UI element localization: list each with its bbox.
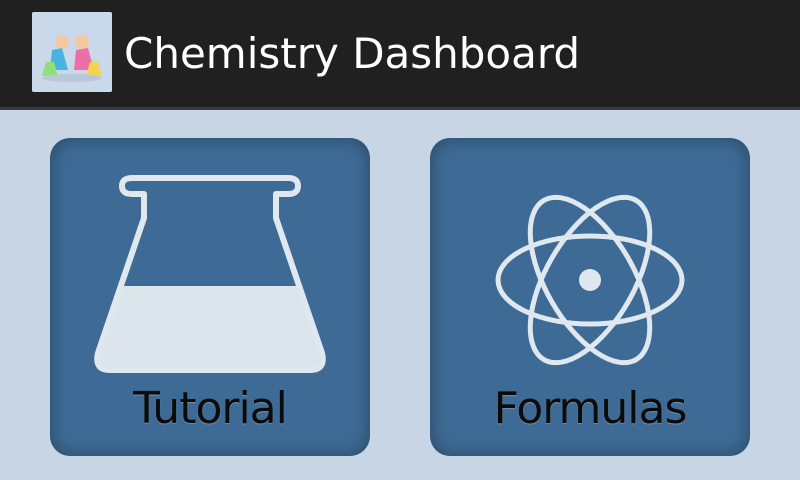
tutorial-label: Tutorial — [133, 383, 288, 434]
action-bar: Chemistry Dashboard — [0, 0, 800, 110]
formulas-label: Formulas — [493, 383, 688, 434]
chemistry-app-icon[interactable] — [32, 12, 112, 92]
atom-icon — [495, 194, 685, 366]
dashboard-content: Tutorial Formulas — [0, 110, 800, 480]
tutorial-tile[interactable]: Tutorial — [50, 138, 370, 456]
flask-icon — [94, 175, 326, 373]
formulas-tile[interactable]: Formulas — [430, 138, 750, 456]
app-title: Chemistry Dashboard — [124, 29, 581, 78]
